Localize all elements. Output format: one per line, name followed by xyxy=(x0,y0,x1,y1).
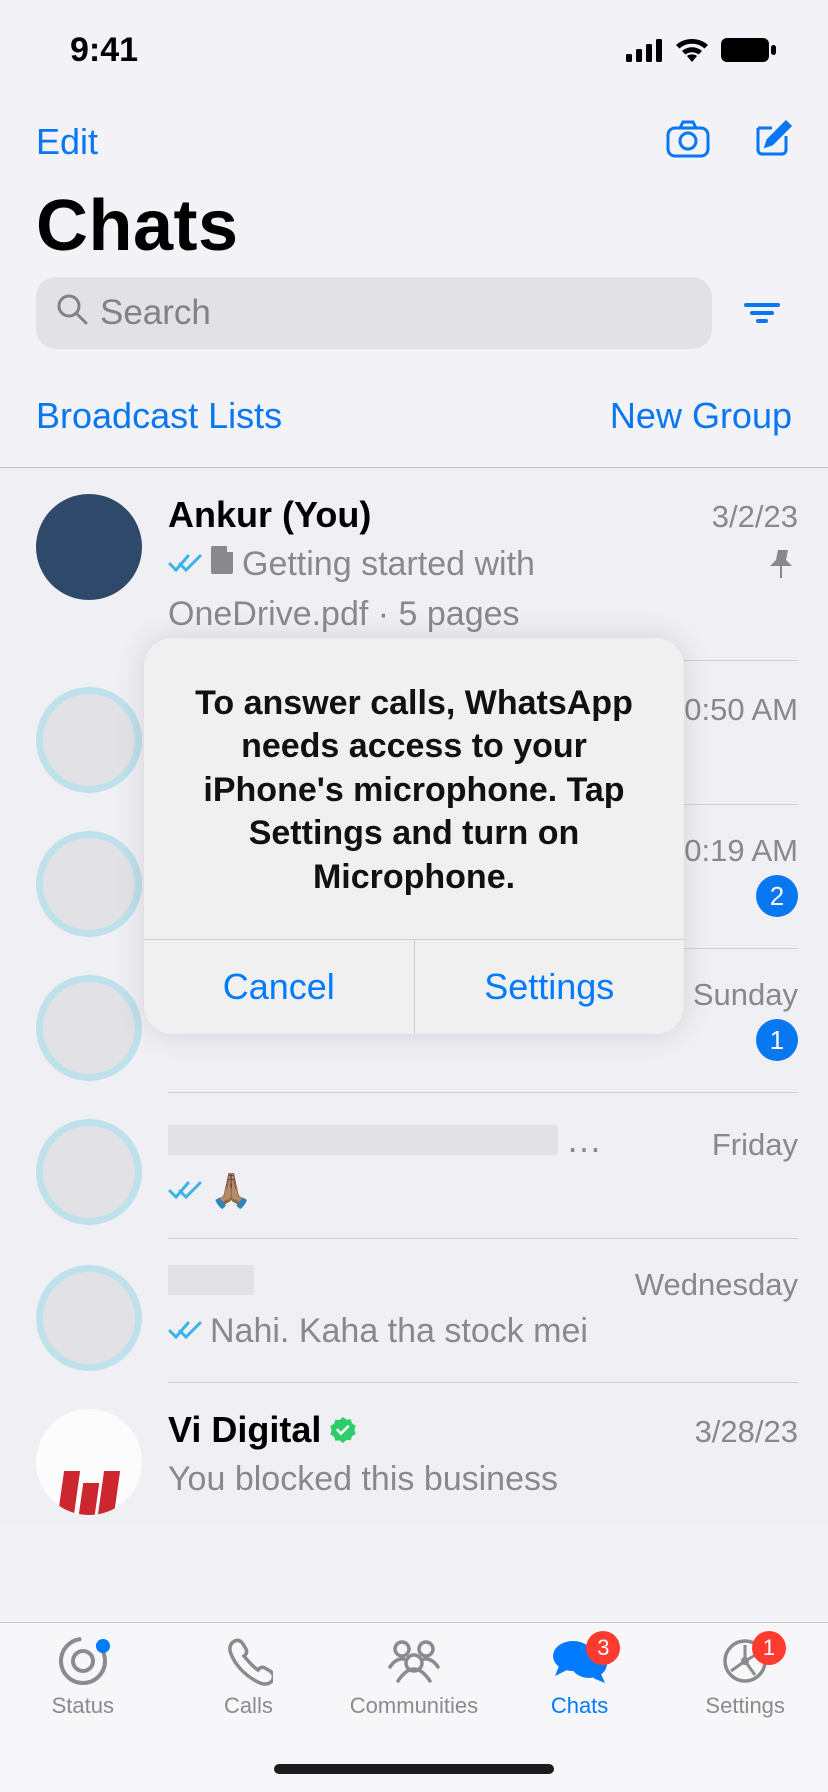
chat-time: 3/28/23 xyxy=(695,1414,798,1450)
chat-time: 3/2/23 xyxy=(712,499,798,535)
search-input[interactable]: Search xyxy=(36,277,712,349)
settings-badge: 1 xyxy=(752,1631,786,1665)
chat-preview-line2: OneDrive.pdf · 5 pages xyxy=(168,592,798,636)
chat-preview: Getting started with xyxy=(168,542,535,586)
chat-name: Ankur (You) xyxy=(168,494,371,536)
unread-badge: 1 xyxy=(756,1019,798,1061)
status-bar: 9:41 xyxy=(0,0,828,100)
chat-name: Vi Digital xyxy=(168,1409,357,1451)
chats-badge: 3 xyxy=(586,1631,620,1665)
tab-settings[interactable]: 1 Settings xyxy=(662,1633,828,1792)
avatar xyxy=(36,831,142,937)
avatar xyxy=(36,975,142,1081)
chat-time: Wednesday xyxy=(635,1267,798,1303)
communities-icon xyxy=(384,1633,444,1689)
chat-time: 10:50 AM xyxy=(667,692,798,728)
avatar xyxy=(36,1119,142,1225)
alert-settings-button[interactable]: Settings xyxy=(414,940,685,1034)
chat-name xyxy=(168,1265,254,1295)
camera-button[interactable] xyxy=(666,120,710,163)
alert-message: To answer calls, WhatsApp needs access t… xyxy=(144,638,684,940)
unread-badge: 2 xyxy=(756,875,798,917)
avatar xyxy=(36,1265,142,1371)
cellular-icon xyxy=(626,38,664,62)
tab-label: Calls xyxy=(224,1693,273,1719)
chat-time: 10:19 AM xyxy=(667,833,798,869)
compose-button[interactable] xyxy=(750,118,792,165)
tab-status[interactable]: Status xyxy=(0,1633,166,1792)
phone-icon xyxy=(223,1633,273,1689)
alert-cancel-button[interactable]: Cancel xyxy=(144,940,414,1034)
status-unread-dot xyxy=(96,1639,110,1653)
chat-row[interactable]: Wednesday Nahi. Kaha tha stock mei xyxy=(0,1239,828,1383)
chat-row[interactable]: Vi Digital 3/28/23 You blocked this busi… xyxy=(0,1383,828,1527)
document-icon xyxy=(210,542,236,586)
read-receipt-icon xyxy=(168,1179,204,1203)
chat-time: Sunday xyxy=(693,977,798,1013)
chat-preview: You blocked this business xyxy=(168,1457,558,1501)
search-icon xyxy=(56,293,88,334)
read-receipt-icon xyxy=(168,552,204,576)
chat-preview: Nahi. Kaha tha stock mei xyxy=(168,1309,588,1353)
tab-label: Communities xyxy=(350,1693,478,1719)
pinned-icon xyxy=(768,548,798,585)
chat-name: … xyxy=(168,1119,602,1161)
chat-row[interactable]: … Friday 🙏🏽 xyxy=(0,1093,828,1238)
page-title: Chats xyxy=(0,175,828,277)
avatar xyxy=(36,494,142,600)
broadcast-lists-link[interactable]: Broadcast Lists xyxy=(36,395,282,437)
status-time: 9:41 xyxy=(70,31,138,70)
wifi-icon xyxy=(674,37,710,63)
filter-button[interactable] xyxy=(732,301,792,325)
chat-time: Friday xyxy=(712,1127,798,1163)
tab-bar: Status Calls Communities 3 Chats 1 Setti… xyxy=(0,1622,828,1792)
permission-alert: To answer calls, WhatsApp needs access t… xyxy=(144,638,684,1035)
avatar xyxy=(36,687,142,793)
tab-label: Status xyxy=(52,1693,114,1719)
read-receipt-icon xyxy=(168,1319,204,1343)
status-indicators xyxy=(626,37,778,63)
new-group-link[interactable]: New Group xyxy=(610,395,792,437)
tab-label: Chats xyxy=(551,1693,608,1719)
tab-label: Settings xyxy=(705,1693,785,1719)
chat-row[interactable]: Ankur (You) 3/2/23 Getting started with xyxy=(0,468,828,661)
home-indicator xyxy=(274,1764,554,1774)
search-placeholder: Search xyxy=(100,293,211,333)
nav-bar: Edit xyxy=(0,100,828,175)
chat-preview: 🙏🏽 xyxy=(168,1169,252,1213)
avatar xyxy=(36,1409,142,1515)
battery-icon xyxy=(720,37,778,63)
edit-button[interactable]: Edit xyxy=(36,121,98,163)
verified-icon xyxy=(329,1416,357,1444)
